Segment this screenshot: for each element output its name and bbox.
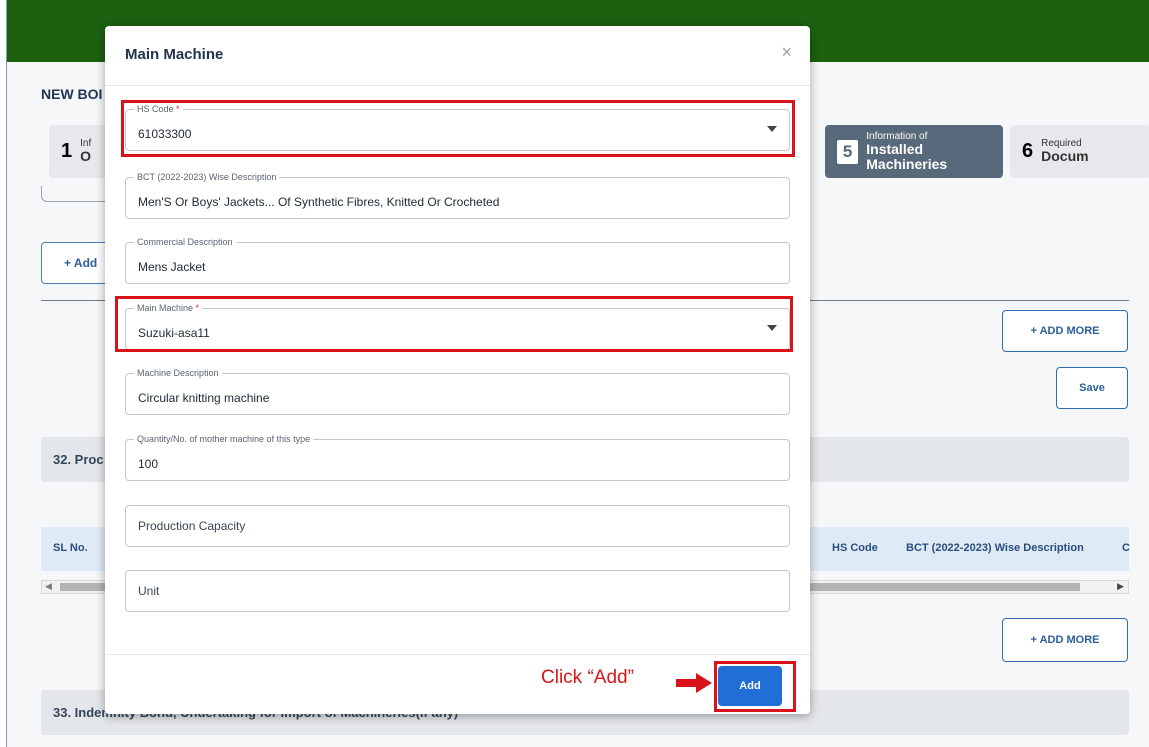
required-marker: * — [195, 303, 200, 313]
step-number: 6 — [1022, 140, 1034, 162]
scroll-left-icon[interactable]: ◀ — [45, 581, 52, 592]
field-label: Commercial Description — [134, 237, 236, 247]
field-label: BCT (2022-2023) Wise Description — [134, 172, 280, 182]
step-title: Installed Machineries — [866, 140, 948, 172]
field-value: Suzuki-asa11 — [138, 326, 210, 340]
field-value: Circular knitting machine — [138, 391, 270, 405]
production-capacity-input[interactable]: Production Capacity — [125, 505, 790, 547]
caret-down-icon[interactable] — [767, 325, 777, 331]
required-marker: * — [176, 104, 180, 114]
add-more-button[interactable]: + ADD MORE — [1002, 310, 1128, 352]
close-icon[interactable]: × — [781, 42, 792, 63]
step-title: Docum — [1041, 148, 1089, 165]
field-placeholder: Production Capacity — [138, 519, 246, 533]
step-caption: Information of — [866, 130, 928, 142]
arrow-right-icon — [676, 673, 712, 693]
add-more-button[interactable]: + ADD MORE — [1002, 618, 1128, 662]
field-value: Mens Jacket — [138, 260, 206, 274]
bct-description-field[interactable]: BCT (2022-2023) Wise Description Men'S O… — [125, 172, 790, 219]
add-button[interactable]: + Add — [41, 242, 113, 284]
step-5-tab[interactable]: 5 Information of Installed Machineries — [825, 125, 1003, 178]
field-label: Main Machine — [137, 303, 194, 313]
field-label: HS Code — [137, 104, 174, 114]
modal-title: Main Machine — [125, 46, 224, 63]
field-label: Quantity/No. of mother machine of this t… — [134, 434, 314, 444]
caret-down-icon[interactable] — [767, 126, 777, 132]
scroll-right-icon[interactable]: ▶ — [1117, 581, 1124, 592]
column-sl-no: SL No. — [53, 542, 88, 554]
page-title: NEW BOI — [41, 86, 103, 102]
field-value: 61033300 — [138, 127, 192, 141]
field-value: 100 — [138, 457, 159, 471]
step-6-tab[interactable]: 6 Required Docum — [1010, 125, 1149, 178]
hs-code-select[interactable]: HS Code * 61033300 — [125, 104, 790, 151]
field-value: Men'S Or Boys' Jackets... Of Synthetic F… — [138, 195, 500, 209]
main-machine-modal: Main Machine × HS Code * 61033300 BCT (2… — [105, 26, 810, 714]
step-number: 5 — [837, 139, 859, 164]
add-button[interactable]: Add — [718, 666, 782, 706]
click-add-instruction: Click “Add” — [541, 667, 634, 688]
step-title: O — [80, 148, 92, 165]
unit-input[interactable]: Unit — [125, 570, 790, 612]
field-placeholder: Unit — [138, 584, 160, 598]
commercial-description-field[interactable]: Commercial Description Mens Jacket — [125, 237, 790, 284]
decorative-divider — [41, 186, 111, 202]
column-hs-code: HS Code — [832, 542, 878, 554]
column-bct-description: BCT (2022-2023) Wise Description — [906, 542, 1084, 554]
step-number: 1 — [61, 140, 73, 162]
machine-description-field[interactable]: Machine Description Circular knitting ma… — [125, 368, 790, 415]
quantity-field[interactable]: Quantity/No. of mother machine of this t… — [125, 434, 790, 481]
modal-footer-divider — [105, 654, 810, 655]
field-label: Machine Description — [134, 368, 222, 378]
main-machine-select[interactable]: Main Machine * Suzuki-asa11 — [125, 303, 790, 350]
save-button[interactable]: Save — [1056, 367, 1128, 409]
modal-header: Main Machine × — [105, 26, 810, 86]
column-c: C — [1122, 542, 1130, 554]
